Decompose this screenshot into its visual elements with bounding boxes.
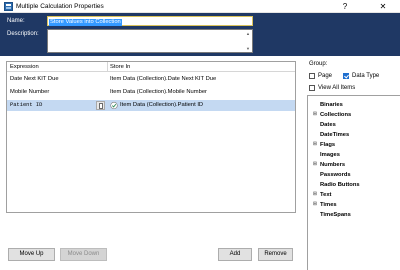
expression-cell[interactable]: Mobile Number (10, 89, 49, 95)
data-item-tree[interactable]: Binaries ⊞ Collections Dates DateTimes ⊞… (307, 95, 400, 270)
scroll-up-icon[interactable]: ▲ (244, 31, 252, 36)
tree-item-label: Passwords (320, 172, 351, 178)
data-type-checkbox-label[interactable]: Data Type (352, 73, 379, 79)
expression-editor-button[interactable] (96, 101, 105, 110)
tree-item-label: Flags (320, 142, 336, 148)
tree-item-flags[interactable]: ⊞ Flags (308, 140, 398, 150)
tree-item-datetimes[interactable]: DateTimes (308, 130, 398, 140)
table-row[interactable]: Date Next KIT Due Item Data (Collection)… (7, 74, 295, 85)
tree-item-binaries[interactable]: Binaries (308, 100, 398, 110)
tree-item-times[interactable]: ⊞ Times (308, 200, 398, 210)
app-icon (4, 2, 13, 11)
help-button[interactable]: ? (334, 0, 356, 13)
tree-item-label: Dates (320, 122, 336, 128)
name-field[interactable]: Store Values into Collection (47, 16, 253, 26)
name-field-value: Store Values into Collection (49, 19, 122, 26)
tree-item-dates[interactable]: Dates (308, 120, 398, 130)
data-type-checkbox[interactable] (343, 73, 349, 79)
tree-item-collections[interactable]: ⊞ Collections (308, 110, 398, 120)
tree-item-label: Times (320, 202, 337, 208)
expand-icon[interactable]: ⊞ (312, 112, 318, 118)
tree-item-label: Binaries (320, 102, 343, 108)
column-header-expression[interactable]: Expression (10, 64, 39, 70)
group-label: Group: (309, 61, 328, 67)
store-in-cell[interactable]: Item Data (Collection).Mobile Number (110, 89, 207, 95)
valid-check-icon (110, 101, 118, 110)
tree-item-images[interactable]: Images (308, 150, 398, 160)
view-all-items-label[interactable]: View All Items (318, 85, 355, 91)
table-row-selected[interactable]: Patient ID Item Data (Collection).Patien… (7, 100, 295, 111)
expand-icon[interactable]: ⊞ (312, 142, 318, 148)
properties-header-panel: Name: Store Values into Collection Descr… (0, 13, 400, 56)
name-label: Name: (7, 18, 25, 24)
tree-item-passwords[interactable]: Passwords (308, 170, 398, 180)
table-row[interactable]: Mobile Number Item Data (Collection).Mob… (7, 87, 295, 98)
tree-item-radio-buttons[interactable]: Radio Buttons (308, 180, 398, 190)
column-divider[interactable] (107, 62, 108, 72)
expand-icon[interactable]: ⊞ (312, 202, 318, 208)
expand-icon[interactable]: ⊞ (312, 162, 318, 168)
help-icon: ? (342, 2, 348, 11)
description-label: Description: (7, 31, 39, 37)
window-title: Multiple Calculation Properties (16, 3, 104, 10)
grid-header: Expression Store In (7, 62, 295, 72)
scroll-down-icon[interactable]: ▼ (244, 46, 252, 51)
tree-item-label: DateTimes (320, 132, 350, 138)
description-field[interactable]: ▲ ▼ (47, 29, 253, 53)
title-bar: Multiple Calculation Properties ? ✕ (0, 0, 400, 13)
tree-item-label: Numbers (320, 162, 346, 168)
column-header-store-in[interactable]: Store In (110, 64, 130, 70)
store-in-cell[interactable]: Item Data (Collection).Patient ID (120, 102, 203, 108)
tree-item-label: Collections (320, 112, 352, 118)
page-checkbox-label[interactable]: Page (318, 73, 332, 79)
expression-cell[interactable]: Patient ID (10, 102, 42, 108)
tree-item-label: Images (320, 152, 340, 158)
tree-item-label: Radio Buttons (320, 182, 360, 188)
store-in-cell[interactable]: Item Data (Collection).Date Next KIT Due (110, 76, 216, 82)
close-button[interactable]: ✕ (372, 0, 394, 13)
move-down-button[interactable]: Move Down (60, 248, 107, 261)
expression-cell[interactable]: Date Next KIT Due (10, 76, 59, 82)
tree-item-label: Text (320, 192, 332, 198)
view-all-items-checkbox[interactable] (309, 85, 315, 91)
tree-item-text[interactable]: ⊞ Text (308, 190, 398, 200)
description-scrollbar[interactable]: ▲ ▼ (244, 30, 252, 52)
add-button[interactable]: Add (218, 248, 252, 261)
page-checkbox[interactable] (309, 73, 315, 79)
calculator-icon (99, 103, 103, 109)
calculation-grid: Expression Store In Date Next KIT Due It… (6, 61, 296, 213)
tree-item-numbers[interactable]: ⊞ Numbers (308, 160, 398, 170)
tree-item-timespans[interactable]: TimeSpans (308, 210, 398, 220)
expand-icon[interactable]: ⊞ (312, 192, 318, 198)
close-icon: ✕ (379, 2, 387, 11)
move-up-button[interactable]: Move Up (8, 248, 55, 261)
tree-item-label: TimeSpans (320, 212, 351, 218)
remove-button[interactable]: Remove (258, 248, 293, 261)
